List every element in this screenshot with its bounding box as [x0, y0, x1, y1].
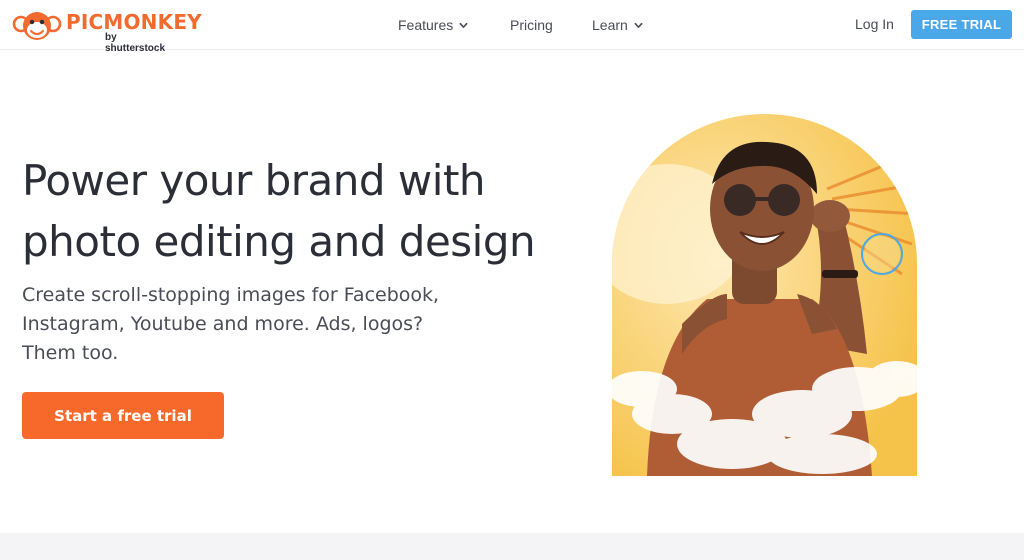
nav-pricing-label: Pricing	[510, 17, 553, 33]
picmonkey-logo[interactable]: PICMONKEY by shutterstock	[12, 6, 202, 54]
chevron-down-icon	[634, 22, 643, 28]
chevron-down-icon	[459, 22, 468, 28]
free-trial-button[interactable]: FREE TRIAL	[911, 10, 1012, 39]
nav-features-label: Features	[398, 17, 454, 33]
nav-learn-label: Learn	[592, 17, 628, 33]
site-header: PICMONKEY by shutterstock Features Prici…	[0, 0, 1024, 54]
nav-pricing[interactable]: Pricing	[510, 16, 553, 34]
brand-tagline: by shutterstock	[105, 32, 166, 54]
nav-features[interactable]: Features	[398, 16, 468, 34]
login-link[interactable]: Log In	[855, 16, 894, 32]
nav-learn[interactable]: Learn	[592, 16, 643, 34]
hero-headline-line: photo editing and design	[22, 217, 536, 266]
hero-headline-line: Power your brand with	[22, 156, 486, 205]
hero-subtext-line: Them too.	[22, 342, 119, 364]
hero-headline: Power your brand with photo editing and …	[22, 150, 542, 272]
monkey-logo-icon	[12, 12, 62, 40]
hero-image	[612, 114, 917, 476]
hero-subtext-line: Instagram, Youtube and more. Ads, logos?	[22, 313, 424, 335]
hero-subtext-line: Create scroll-stopping images for Facebo…	[22, 284, 440, 306]
hero-subtext: Create scroll-stopping images for Facebo…	[22, 281, 442, 368]
next-section-band	[0, 533, 1024, 560]
brand-wordmark: PICMONKEY	[66, 10, 202, 34]
start-free-trial-button[interactable]: Start a free trial	[22, 392, 224, 439]
